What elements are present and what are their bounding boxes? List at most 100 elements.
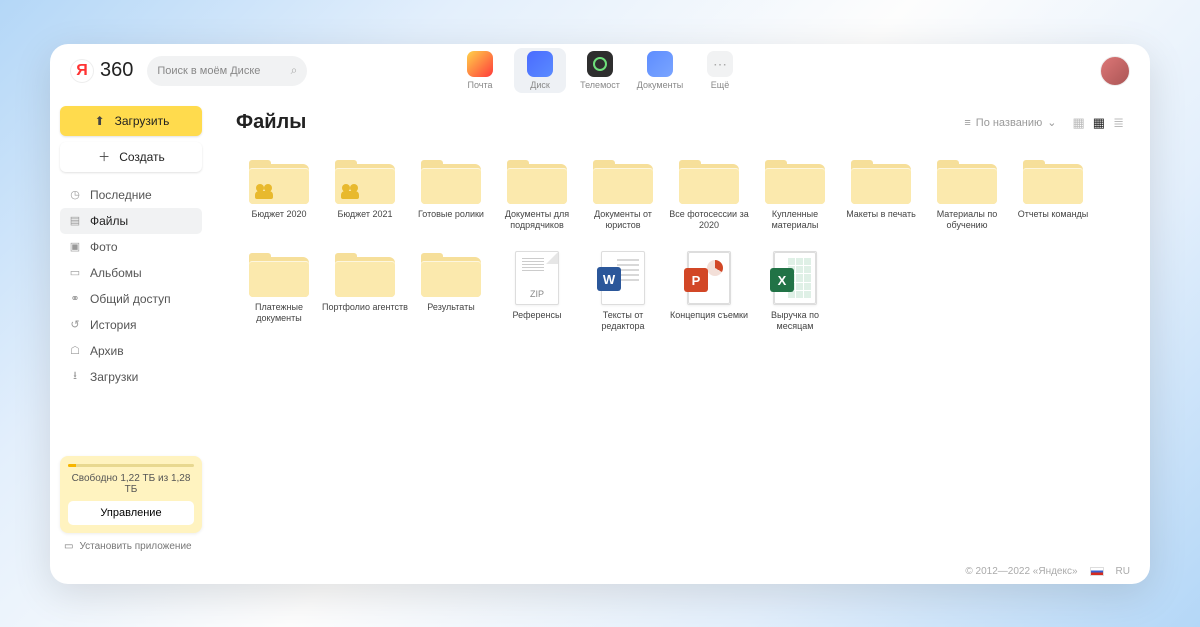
copyright: © 2012—2022 «Яндекс»: [965, 566, 1077, 577]
install-label: Установить приложение: [79, 541, 191, 552]
plus-icon: ＋: [97, 148, 111, 165]
search-input[interactable]: Поиск в моём Диске ⌕: [147, 56, 307, 86]
nav-icon: ⭳: [68, 367, 82, 386]
create-button[interactable]: ＋ Создать: [60, 142, 202, 172]
sort-dropdown[interactable]: ≡ По названию ⌄: [964, 116, 1056, 129]
nav-label: Альбомы: [90, 266, 142, 280]
grid-item[interactable]: WТексты от редактора: [580, 251, 666, 333]
app-label: Документы: [637, 80, 683, 90]
nav-label: Последние: [90, 188, 152, 202]
storage-manage-button[interactable]: Управление: [68, 501, 194, 525]
item-label: Все фотосессии за 2020: [666, 209, 752, 232]
grid-item[interactable]: X Выручка по месяцам: [752, 251, 838, 333]
view-list-icon[interactable]: ≣: [1111, 115, 1126, 131]
grid-item[interactable]: Макеты в печать: [838, 158, 924, 232]
grid-item[interactable]: Результаты: [408, 251, 494, 333]
nav-icon: ▤: [68, 214, 82, 227]
folder-icon: [937, 158, 997, 204]
nav-item[interactable]: ▤ Файлы: [60, 208, 202, 234]
grid-item[interactable]: Документы для подрядчиков: [494, 158, 580, 232]
grid-item[interactable]: Материалы по обучению: [924, 158, 1010, 232]
logo[interactable]: Я 360: [70, 59, 133, 83]
logo-text: 360: [100, 59, 133, 82]
xls-file-icon: X: [773, 251, 817, 305]
nav-item[interactable]: ▭ Альбомы: [60, 260, 202, 286]
grid-item[interactable]: Бюджет 2021: [322, 158, 408, 232]
nav-icon: ☖: [68, 344, 82, 357]
app-label: Почта: [468, 80, 493, 90]
upload-icon: ⬆: [93, 114, 107, 128]
item-label: Документы для подрядчиков: [494, 209, 580, 232]
upload-label: Загрузить: [115, 114, 170, 128]
upload-button[interactable]: ⬆ Загрузить: [60, 106, 202, 136]
item-label: Бюджет 2020: [251, 209, 306, 229]
grid-item[interactable]: PКонцепция съемки: [666, 251, 752, 333]
storage-widget: Свободно 1,22 ТБ из 1,28 ТБ Управление: [60, 456, 202, 533]
app-window: Я 360 Поиск в моём Диске ⌕ Почта ДискТеле…: [50, 44, 1150, 584]
folder-icon: [593, 158, 653, 204]
nav-item[interactable]: ◷Последние: [60, 182, 202, 208]
item-label: Выручка по месяцам: [752, 310, 838, 333]
logo-mark-icon: Я: [70, 59, 94, 83]
folder-icon: [507, 158, 567, 204]
main-header: Файлы ≡ По названию ⌄ ▦ ▦ ≣: [236, 108, 1126, 138]
grid-item[interactable]: Бюджет 2020: [236, 158, 322, 232]
app-tele[interactable]: Телемост: [574, 48, 626, 93]
sidebar-nav: ◷Последние ▤ Файлы ▣ Фото ▭ Альбомы ⚭Общий дост…: [60, 182, 202, 390]
grid-item[interactable]: Купленные материалы: [752, 158, 838, 232]
item-label: Бюджет 2021: [337, 209, 392, 229]
item-label: Купленные материалы: [752, 209, 838, 232]
nav-label: История: [90, 318, 137, 332]
sort-label: По названию: [976, 117, 1043, 129]
grid-item[interactable]: Все фотосессии за 2020: [666, 158, 752, 232]
app-switcher: Почта ДискТелемост Документы ⋯Ещё: [454, 48, 746, 93]
nav-item[interactable]: ▣ Фото: [60, 234, 202, 260]
ppt-file-icon: P: [687, 251, 731, 305]
item-label: Документы от юристов: [580, 209, 666, 232]
grid-item[interactable]: Готовые ролики: [408, 158, 494, 232]
view-large-icon[interactable]: ▦: [1071, 115, 1087, 131]
nav-item[interactable]: ⚭Общий доступ: [60, 286, 202, 312]
page-title: Файлы: [236, 111, 306, 134]
folder-icon: [851, 158, 911, 204]
grid-item[interactable]: Платежные документы: [236, 251, 322, 333]
item-label: Портфолио агентств: [322, 302, 408, 322]
nav-icon: ▭: [68, 266, 82, 279]
nav-item[interactable]: ⭳Загрузки: [60, 364, 202, 390]
lang-label[interactable]: RU: [1116, 566, 1130, 577]
nav-label: Фото: [90, 240, 118, 254]
create-label: Создать: [119, 150, 165, 164]
mail-icon: [467, 51, 493, 77]
nav-label: Архив: [90, 344, 124, 358]
app-more[interactable]: ⋯Ещё: [694, 48, 746, 93]
nav-icon: ⚭: [68, 292, 82, 305]
avatar[interactable]: [1100, 56, 1130, 86]
item-label: Результаты: [427, 302, 474, 322]
grid-item[interactable]: Портфолио агентств: [322, 251, 408, 333]
grid-item[interactable]: ZIPРеференсы: [494, 251, 580, 333]
grid-item[interactable]: Отчеты команды: [1010, 158, 1096, 232]
folder-icon: [249, 158, 309, 204]
item-label: Отчеты команды: [1018, 209, 1089, 229]
nav-label: Файлы: [90, 214, 128, 228]
nav-icon: ▣: [68, 240, 82, 253]
item-label: Тексты от редактора: [580, 310, 666, 333]
install-app-link[interactable]: ▭ Установить приложение: [60, 541, 202, 552]
nav-item[interactable]: ↺ История: [60, 312, 202, 338]
item-label: Макеты в печать: [846, 209, 916, 229]
nav-item[interactable]: ☖ Архив: [60, 338, 202, 364]
folder-icon: [1023, 158, 1083, 204]
view-grid-icon[interactable]: ▦: [1091, 115, 1107, 131]
nav-icon: ↺: [68, 318, 82, 331]
app-disk[interactable]: Диск: [514, 48, 566, 93]
disk-icon: [527, 51, 553, 77]
sort-icon: ≡: [964, 117, 970, 129]
app-docs[interactable]: Документы: [634, 48, 686, 93]
folder-icon: [335, 158, 395, 204]
laptop-icon: ▭: [64, 541, 73, 552]
app-mail[interactable]: Почта: [454, 48, 506, 93]
folder-icon: [765, 158, 825, 204]
app-label: Ещё: [711, 80, 729, 90]
grid-item[interactable]: Документы от юристов: [580, 158, 666, 232]
main-area: Файлы ≡ По названию ⌄ ▦ ▦ ≣ Бюджет 2020 Б…: [212, 98, 1150, 560]
